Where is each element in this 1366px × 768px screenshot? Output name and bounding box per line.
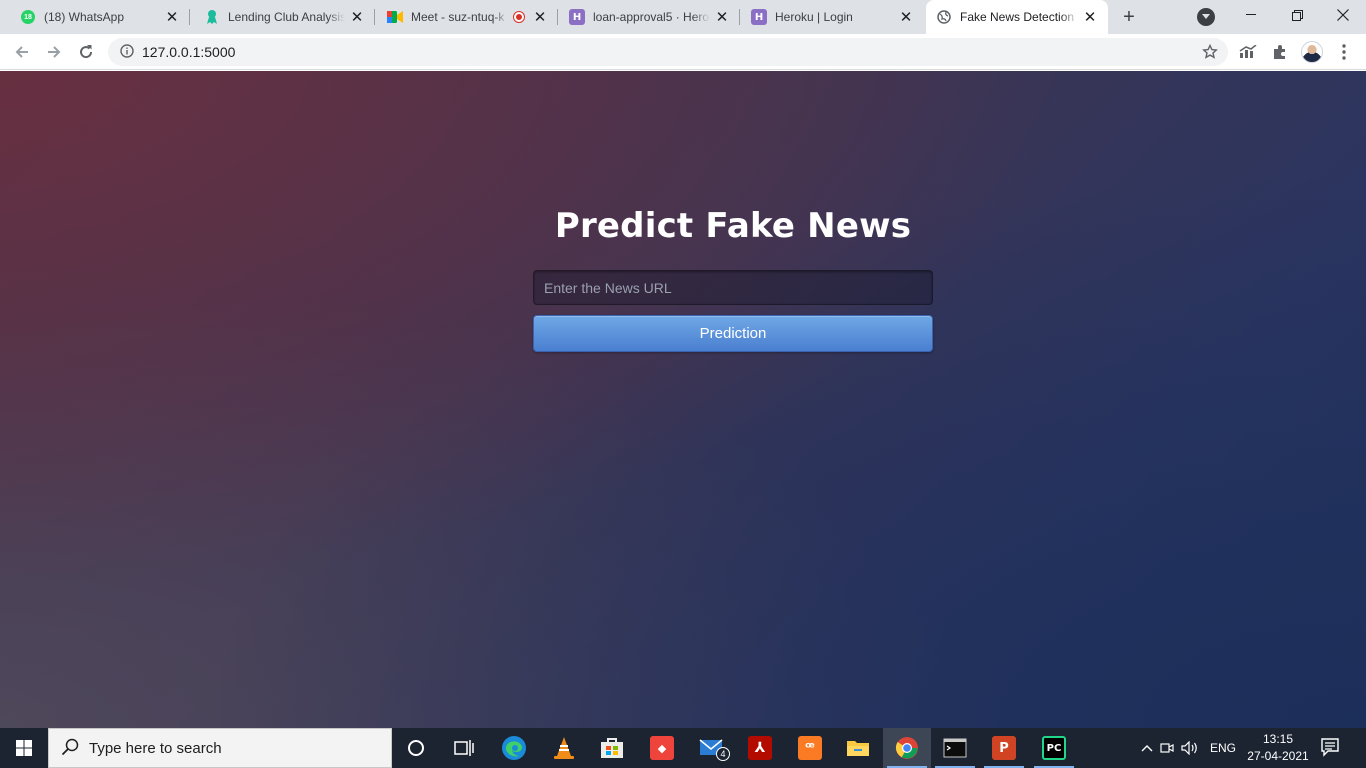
prediction-button[interactable]: Prediction (533, 315, 933, 352)
notifications-icon[interactable] (1320, 737, 1340, 760)
tab-whatsapp[interactable]: 18 (18) WhatsApp ✕ (0, 0, 190, 34)
terminal-icon[interactable] (931, 728, 979, 768)
file-explorer-icon[interactable] (834, 728, 882, 768)
taskbar-search-box[interactable]: Type here to search (48, 728, 392, 768)
more-menu-icon[interactable] (1334, 42, 1354, 62)
meet-now-icon[interactable] (1156, 741, 1178, 755)
store-icon[interactable] (588, 728, 636, 768)
whatsapp-badge: 18 (21, 10, 35, 24)
whatsapp-icon: 18 (20, 9, 36, 25)
tab-heroku-login[interactable]: H Heroku | Login ✕ (740, 0, 924, 34)
tab-title: loan-approval5 · Heroku (593, 10, 710, 24)
tab-title: Heroku | Login (775, 10, 853, 24)
taskbar: Type here to search ◆ 4 ⅄ ꟹ P PC ENG 13:… (0, 728, 1366, 768)
volume-icon[interactable] (1178, 741, 1202, 755)
cortana-icon[interactable] (392, 728, 440, 768)
search-icon (61, 738, 79, 759)
page-content: Predict Fake News Prediction (0, 71, 1366, 728)
anydesk-icon[interactable]: ◆ (638, 728, 686, 768)
heroku-icon: H (569, 9, 585, 25)
tab-title: Fake News Detection (960, 10, 1075, 24)
close-tab-icon[interactable]: ✕ (714, 9, 730, 26)
extensions-puzzle-icon[interactable] (1270, 42, 1290, 62)
clock[interactable]: 13:15 27-04-2021 (1240, 731, 1316, 765)
address-bar[interactable]: 127.0.0.1:5000 (108, 38, 1228, 66)
vlc-icon[interactable] (540, 728, 588, 768)
close-window-icon[interactable] (1320, 0, 1366, 30)
tab-loan-approval[interactable]: H loan-approval5 · Heroku ✕ (558, 0, 740, 34)
powerpoint-icon[interactable]: P (980, 728, 1028, 768)
tab-fake-news-detection[interactable]: Fake News Detection ✕ (926, 0, 1108, 34)
system-tray: ENG (1138, 728, 1236, 768)
xampp-icon[interactable]: ꟹ (786, 728, 834, 768)
heroku-icon: H (751, 9, 767, 25)
windows-start-icon[interactable] (0, 728, 48, 768)
meet-icon (387, 9, 403, 25)
pycharm-icon[interactable]: PC (1030, 728, 1078, 768)
analytics-extension-icon[interactable] (1238, 42, 1258, 62)
tab-title: Meet - suz-ntuq-k (411, 10, 505, 24)
reload-icon[interactable] (74, 40, 98, 64)
restore-icon[interactable] (1274, 0, 1320, 30)
recording-icon (514, 12, 524, 22)
close-tab-icon[interactable]: ✕ (164, 9, 180, 26)
url-text: 127.0.0.1:5000 (142, 44, 236, 60)
ribbon-icon (204, 9, 220, 25)
tab-strip: 18 (18) WhatsApp ✕ Lending Club Analysis… (0, 0, 1366, 34)
clock-date: 27-04-2021 (1247, 749, 1309, 763)
tab-search-icon[interactable] (1197, 8, 1215, 26)
task-view-icon[interactable] (440, 728, 488, 768)
info-icon[interactable] (120, 43, 134, 61)
close-tab-icon[interactable]: ✕ (1082, 9, 1098, 26)
close-tab-icon[interactable]: ✕ (349, 9, 365, 26)
chrome-icon[interactable] (883, 728, 931, 768)
acrobat-icon[interactable]: ⅄ (736, 728, 784, 768)
news-url-input[interactable] (533, 270, 933, 305)
language-indicator[interactable]: ENG (1210, 741, 1236, 755)
tab-meet[interactable]: Meet - suz-ntuq-k ✕ (375, 0, 558, 34)
new-tab-icon[interactable]: + (1117, 5, 1141, 29)
tab-title: (18) WhatsApp (44, 10, 125, 24)
clock-time: 13:15 (1262, 732, 1294, 746)
back-icon[interactable] (10, 40, 34, 64)
tab-lending-club[interactable]: Lending Club Analysis ✕ (190, 0, 375, 34)
globe-icon (936, 9, 952, 25)
page-title: Predict Fake News (554, 206, 912, 246)
bookmark-star-icon[interactable] (1202, 43, 1218, 63)
mail-badge: 4 (716, 747, 730, 761)
forward-icon[interactable] (42, 40, 66, 64)
show-hidden-icons-icon[interactable] (1138, 744, 1156, 752)
browser-toolbar: 127.0.0.1:5000 (0, 34, 1366, 70)
profile-avatar[interactable] (1301, 41, 1323, 63)
close-tab-icon[interactable]: ✕ (532, 9, 548, 26)
tab-title: Lending Club Analysis (228, 10, 345, 24)
mail-icon[interactable]: 4 (688, 728, 736, 768)
search-placeholder: Type here to search (89, 739, 222, 757)
edge-icon[interactable] (490, 728, 538, 768)
minimize-icon[interactable] (1228, 0, 1274, 30)
close-tab-icon[interactable]: ✕ (898, 9, 914, 26)
